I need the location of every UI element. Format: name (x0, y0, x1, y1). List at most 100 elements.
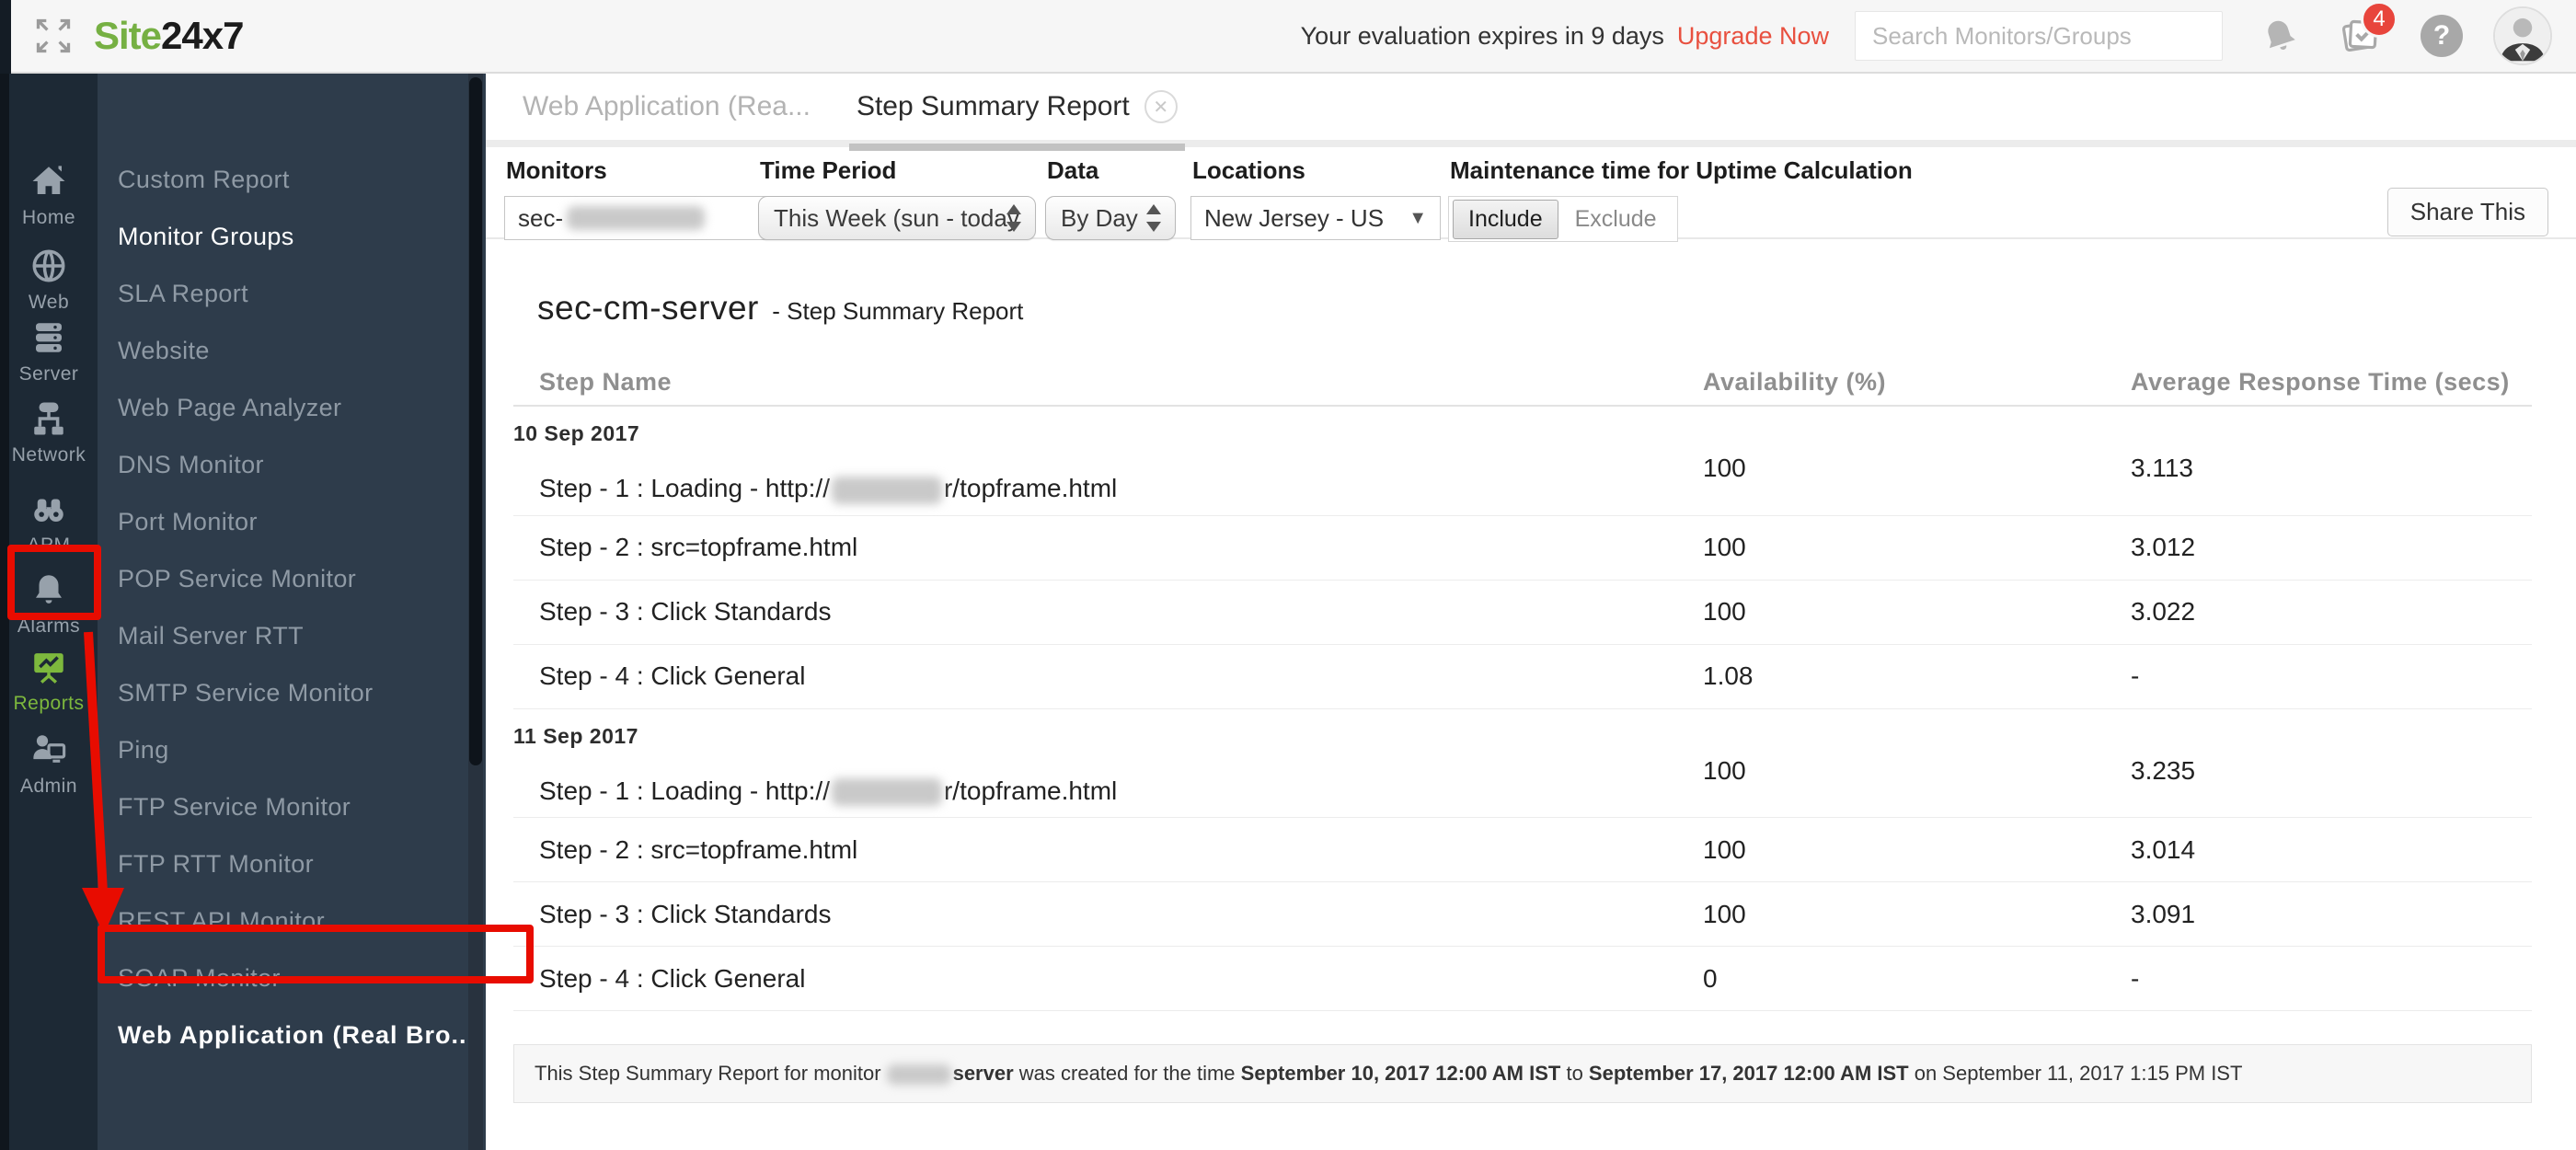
availability-value: 100 (1703, 454, 1746, 482)
table-row: Step - 3 : Click Standards 100 3.091 (513, 881, 2532, 946)
network-icon (34, 402, 63, 435)
monitors-value: sec- (518, 203, 564, 232)
topbar: Site24x7 Your evaluation expires in 9 da… (0, 0, 2576, 74)
locations-dropdown[interactable]: New Jersey - US ▼ (1190, 196, 1441, 240)
redacted-monitor-name (886, 1064, 951, 1086)
group-date: 10 Sep 2017 (513, 421, 640, 445)
table-row: Step - 4 : Click General 1.08 - (513, 643, 2532, 708)
sidebar-item-ping[interactable]: Ping (98, 721, 466, 778)
rail-item-server[interactable]: Server (0, 318, 98, 385)
tasks-icon[interactable]: 4 (2337, 1, 2398, 60)
table-row: Step - 4 : Click General 0 - (513, 946, 2532, 1010)
response-time-value: 3.113 (2131, 454, 2193, 482)
availability-value: 100 (1703, 597, 1746, 627)
data-label: Data (1047, 156, 1099, 184)
redacted-monitor-name (567, 206, 706, 230)
rail-item-admin[interactable]: Admin (0, 730, 98, 798)
sidebar-item-soap-monitor[interactable]: SOAP Monitor (98, 949, 466, 1006)
upgrade-now-link[interactable]: Upgrade Now (1677, 22, 1829, 51)
tab-step-summary-report[interactable]: Step Summary Report ✕ (848, 77, 1185, 151)
locations-label: Locations (1192, 156, 1305, 184)
response-time-value: 3.014 (2131, 834, 2196, 864)
filter-maintenance: Maintenance time for Uptime Calculation … (1448, 155, 1913, 242)
report-footnote: This Step Summary Report for monitor serv… (513, 1044, 2532, 1104)
time-period-value: This Week (sun - today (774, 203, 1019, 232)
tab-close-icon[interactable]: ✕ (1144, 90, 1178, 123)
sidebar-item-dns-monitor[interactable]: DNS Monitor (98, 436, 466, 493)
table-row: Step - 3 : Click Standards 100 3.022 (513, 579, 2532, 644)
app-screen: Site24x7 Your evaluation expires in 9 da… (0, 0, 2576, 1150)
rail-item-network[interactable]: Network (0, 399, 98, 466)
sidebar-item-smtp-service-monitor[interactable]: SMTP Service Monitor (98, 664, 466, 721)
availability-value: 100 (1703, 533, 1746, 562)
filter-time-period: Time Period This Week (sun - today (758, 155, 1036, 240)
select-stepper-icon (1145, 204, 1162, 232)
sidebar-item-ftp-service-monitor[interactable]: FTP Service Monitor (98, 778, 466, 835)
column-avg-response-time: Average Response Time (secs) (2131, 367, 2510, 396)
user-avatar[interactable] (2493, 6, 2552, 65)
rail-item-web[interactable]: Web (0, 247, 98, 314)
step-name: Step - 3 : Click Standards (539, 899, 832, 928)
tab-label: Step Summary Report (856, 91, 1130, 121)
filterbar: Monitors sec- ▼ Time Period This Week (s… (486, 155, 2576, 242)
step-name: Step - 1 : Loading - http://r/topframe.h… (539, 776, 1118, 807)
step-name: Step - 4 : Click General (539, 661, 806, 691)
admin-icon (33, 735, 66, 763)
select-stepper-icon (1006, 204, 1022, 232)
response-time-value: 3.091 (2131, 899, 2196, 928)
table-row: Step - 1 : Loading - http://r/topframe.h… (513, 454, 2532, 515)
bell-icon (36, 575, 62, 604)
exclude-button[interactable]: Exclude (1558, 201, 1673, 238)
rail-item-home[interactable]: Home (0, 162, 98, 229)
sidebar-item-monitor-groups[interactable]: Monitor Groups (98, 208, 466, 265)
include-button[interactable]: Include (1453, 199, 1558, 239)
sidebar-item-port-monitor[interactable]: Port Monitor (98, 493, 466, 550)
table-row: Step - 1 : Loading - http://r/topframe.h… (513, 756, 2532, 818)
sidebar-item-website[interactable]: Website (98, 322, 466, 379)
locations-value: New Jersey - US (1204, 203, 1385, 232)
left-edge-strip (0, 0, 11, 74)
rail-item-reports[interactable]: Reports (0, 648, 98, 715)
globe-icon (32, 249, 65, 282)
evaluation-expiry-text: Your evaluation expires in 9 days (1300, 21, 1664, 50)
sidebar-item-sla-report[interactable]: SLA Report (98, 265, 466, 322)
time-period-select[interactable]: This Week (sun - today (758, 196, 1036, 240)
reports-sidebar: Custom Report Monitor Groups SLA Report … (98, 74, 486, 1150)
help-icon[interactable]: ? (2418, 12, 2466, 60)
step-name: Step - 4 : Click General (539, 963, 806, 993)
notification-badge: 4 (2361, 1, 2398, 38)
availability-value: 100 (1703, 834, 1746, 864)
report-title: sec-cm-server - Step Summary Report (537, 289, 2532, 328)
sidebar-item-custom-report[interactable]: Custom Report (98, 151, 466, 208)
redacted-host (831, 778, 942, 807)
availability-value: 100 (1703, 899, 1746, 928)
sidebar-item-web-page-analyzer[interactable]: Web Page Analyzer (98, 379, 466, 436)
tab-web-application[interactable]: Web Application (Rea... (515, 70, 818, 144)
share-this-button[interactable]: Share This (2386, 188, 2548, 236)
availability-value: 100 (1703, 755, 1746, 785)
filter-data: Data By Day (1045, 155, 1176, 240)
sidebar-scrollbar-thumb[interactable] (469, 77, 482, 765)
response-time-value: 3.022 (2131, 597, 2196, 627)
sidebar-item-ftp-rtt-monitor[interactable]: FTP RTT Monitor (98, 835, 466, 892)
report-title-suffix: - Step Summary Report (772, 297, 1024, 325)
sidebar-item-web-application-rbm[interactable]: Web Application (Real Bro... (98, 1006, 466, 1064)
search-input[interactable] (1855, 11, 2223, 61)
column-step-name: Step Name (539, 367, 673, 396)
maintenance-label: Maintenance time for Uptime Calculation (1450, 156, 1913, 184)
expand-fullscreen-icon[interactable] (33, 16, 74, 56)
data-select[interactable]: By Day (1045, 196, 1176, 240)
rail-item-apm[interactable]: APM (0, 489, 98, 557)
sidebar-item-rest-api-monitor[interactable]: REST API Monitor (98, 892, 466, 949)
home-icon (32, 166, 65, 194)
announcements-icon[interactable] (2256, 12, 2304, 60)
sidebar-item-pop-service-monitor[interactable]: POP Service Monitor (98, 550, 466, 607)
availability-value: 1.08 (1703, 661, 1754, 691)
reports-icon (34, 653, 63, 684)
topbar-right: Your evaluation expires in 9 days Upgrad… (1300, 1, 2576, 65)
rail-item-alarms[interactable]: Alarms (0, 570, 98, 638)
logo-text-site: Site (94, 14, 162, 57)
response-time-value: - (2131, 963, 2140, 993)
sidebar-item-mail-server-rtt[interactable]: Mail Server RTT (98, 607, 466, 664)
site24x7-logo[interactable]: Site24x7 (94, 14, 244, 58)
